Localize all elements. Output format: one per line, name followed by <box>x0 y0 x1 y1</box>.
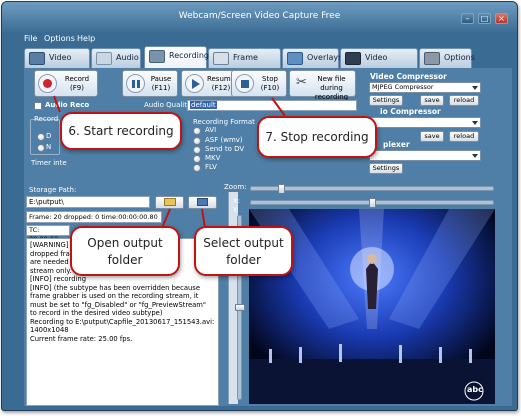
arrow-to-select <box>201 208 206 229</box>
arrow-to-stop <box>271 97 286 117</box>
annotation-arrows <box>53 95 286 229</box>
arrow-to-record <box>53 95 61 113</box>
arrow-to-open <box>161 208 171 229</box>
